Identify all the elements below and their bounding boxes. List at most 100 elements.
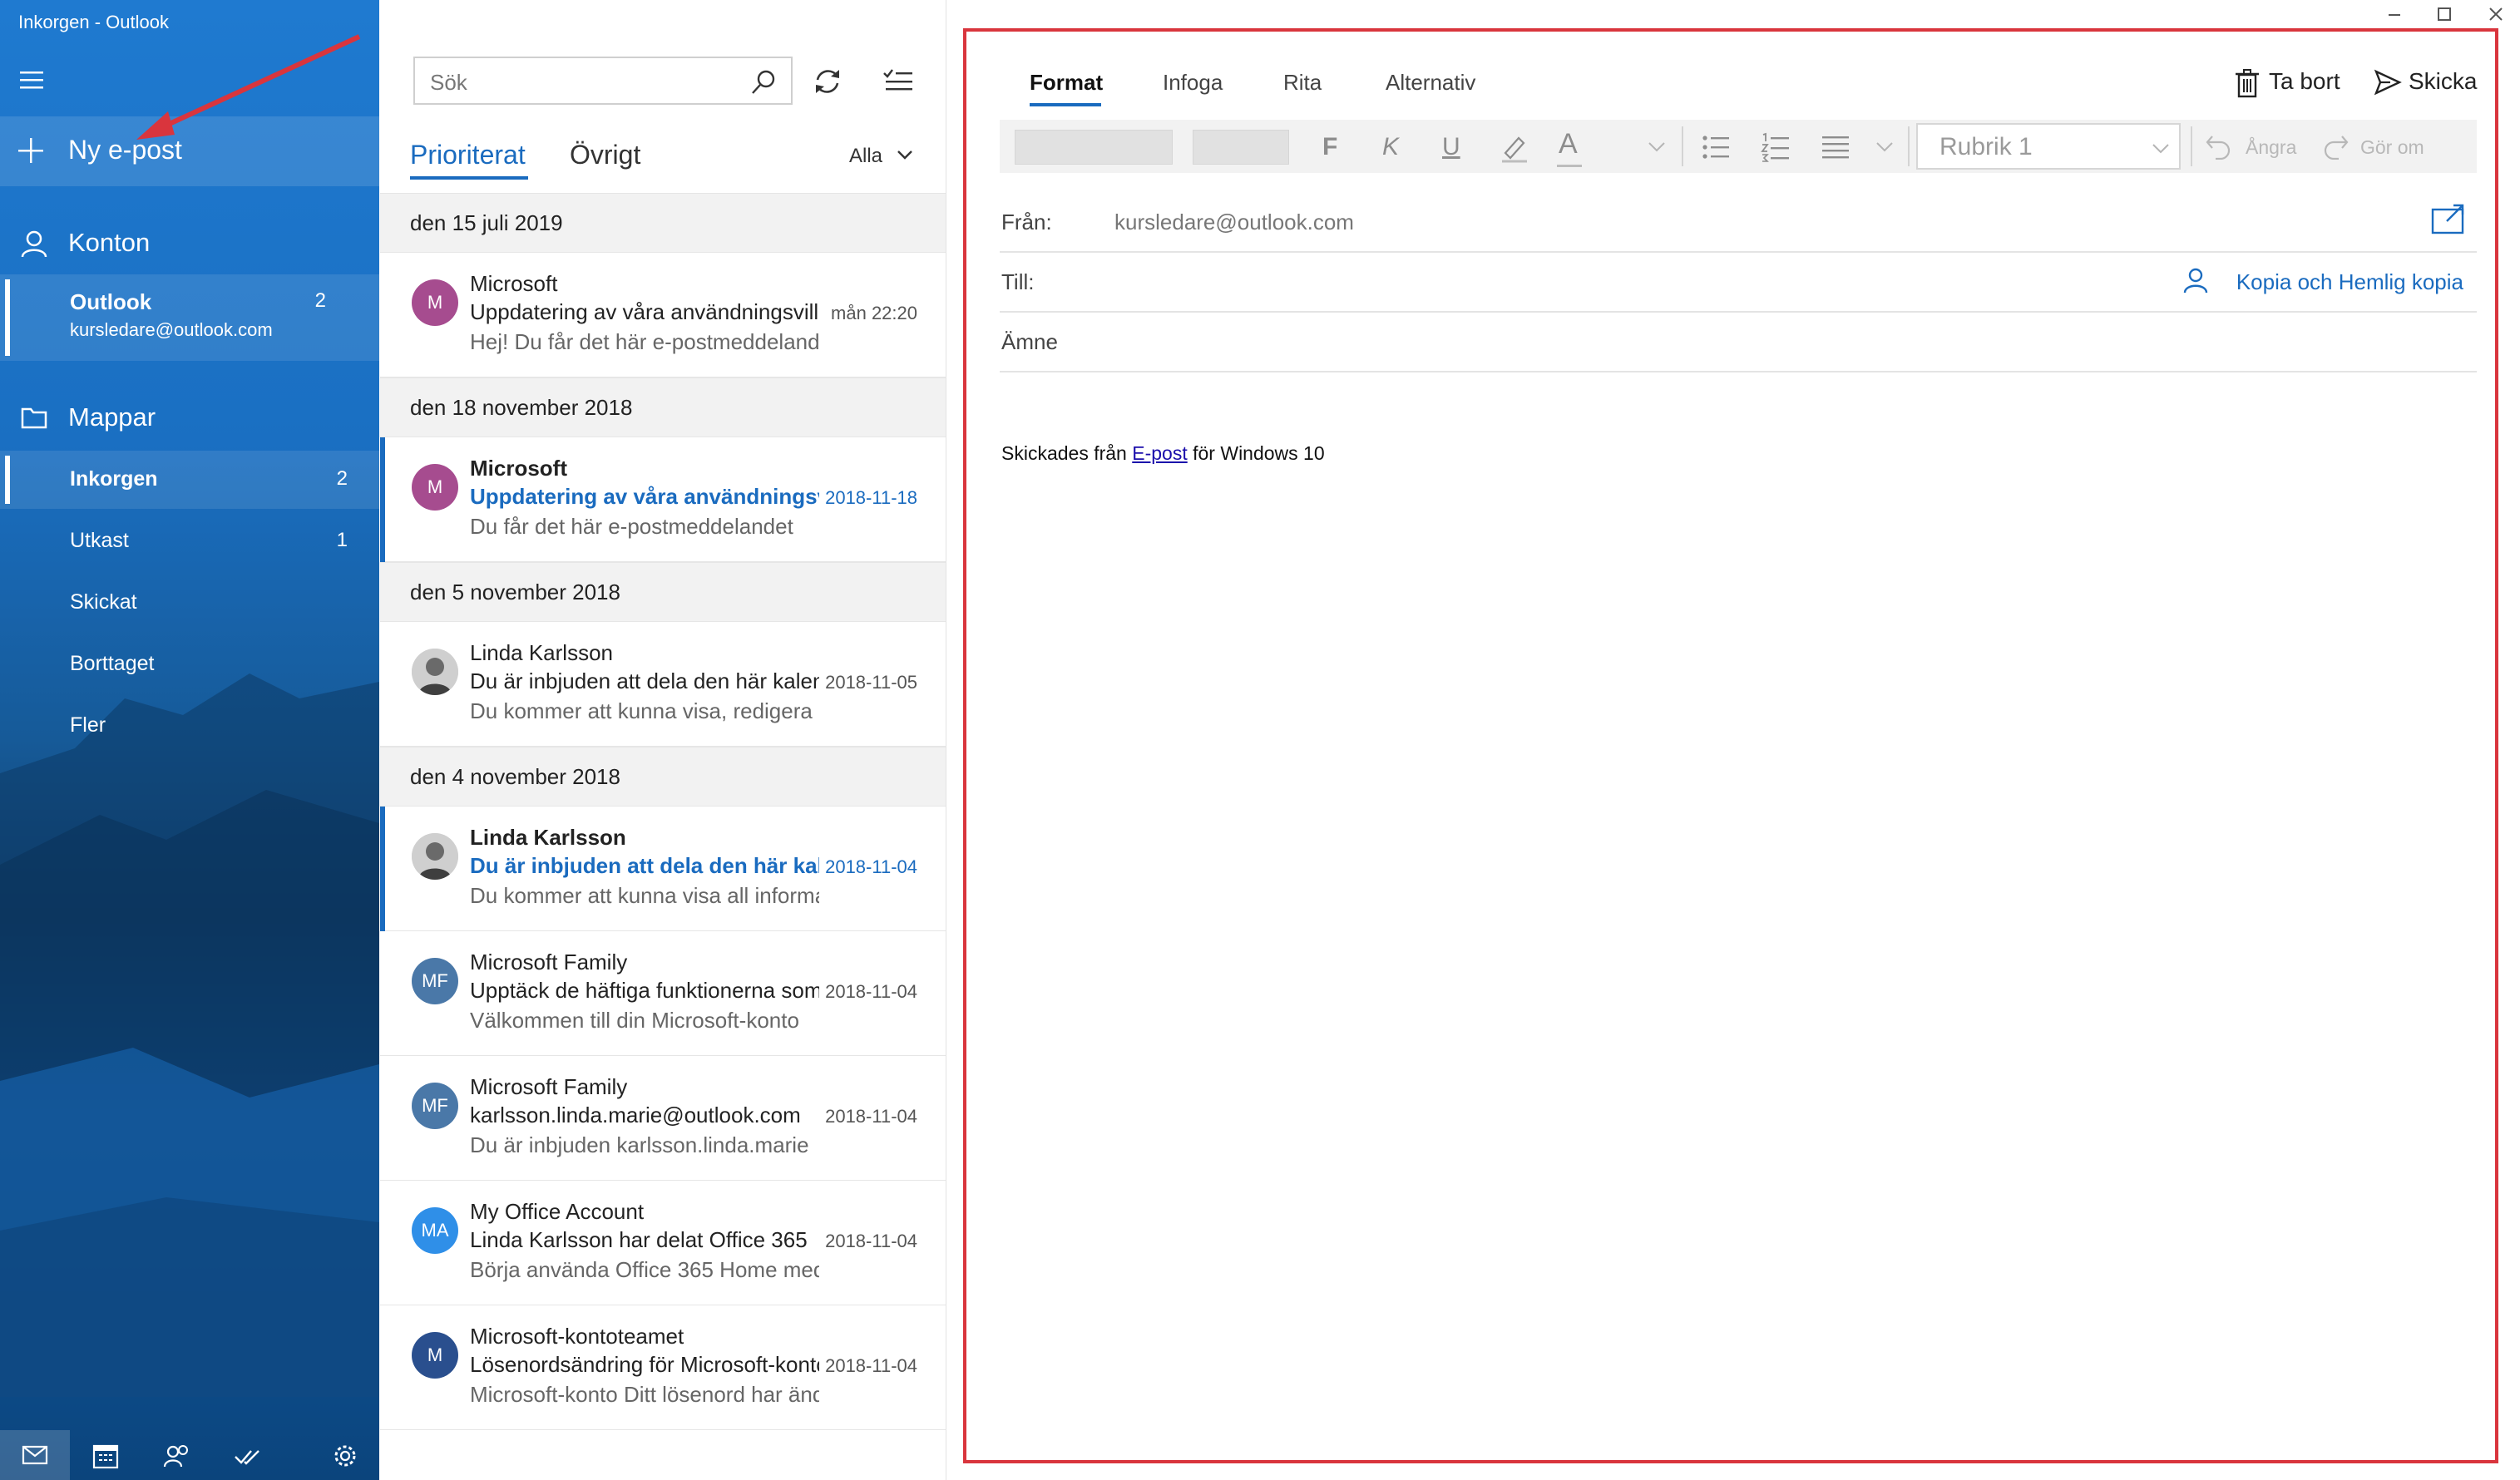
search-input[interactable]: Sök [430, 70, 467, 96]
redo-button[interactable]: Gör om [2322, 131, 2447, 185]
folders-heading[interactable]: Mappar [0, 392, 379, 442]
close-window-button[interactable] [2487, 5, 2505, 23]
message-item[interactable]: M Microsoft Uppdatering av våra användni… [380, 253, 946, 377]
close-icon [2489, 7, 2503, 21]
settings-button[interactable] [331, 1442, 359, 1470]
sync-icon [816, 70, 839, 93]
undo-button[interactable]: Ångra [2204, 131, 2304, 185]
chevron-down-icon [2152, 144, 2169, 154]
font-color-button[interactable]: A [1557, 128, 1582, 181]
italic-button[interactable]: K [1382, 133, 1399, 186]
received-date: 2018-11-04 [825, 856, 917, 877]
sync-button[interactable] [811, 65, 844, 98]
sender: Microsoft [470, 456, 567, 481]
account-email: kursledare@outlook.com [70, 319, 273, 340]
calendar-app-button[interactable] [91, 1442, 120, 1470]
avatar: MF [412, 958, 458, 1004]
numbered-list-icon [1761, 132, 1789, 162]
selection-mode-button[interactable] [882, 67, 916, 96]
filter-dropdown[interactable]: Alla [849, 145, 912, 168]
message-item[interactable]: MA My Office Account Linda Karlsson har … [380, 1181, 946, 1305]
accounts-heading[interactable]: Konton [0, 218, 379, 268]
cc-bcc-button[interactable]: Kopia och Hemlig kopia [2183, 268, 2463, 295]
person-icon [2183, 268, 2208, 294]
message-item[interactable]: Linda Karlsson Du är inbjuden att dela d… [380, 807, 946, 931]
mail-app-button[interactable] [0, 1430, 70, 1480]
bold-button[interactable]: F [1322, 133, 1337, 186]
numbered-list-button[interactable] [1760, 131, 1791, 185]
font-family-box[interactable] [1015, 130, 1173, 165]
maximize-button[interactable] [2435, 5, 2453, 23]
preview: Välkommen till din Microsoft-konto [470, 1008, 799, 1033]
message-body[interactable]: Skickades från E-post för Windows 10 [1001, 442, 1325, 465]
subject-row[interactable]: Ämne [1000, 313, 2477, 372]
avatar: M [412, 464, 458, 511]
tab-alternativ[interactable]: Alternativ [1386, 70, 1475, 96]
account-outlook[interactable]: Outlook 2 kursledare@outlook.com [0, 274, 379, 361]
subject-input[interactable]: Ämne [1001, 329, 1058, 355]
received-date: 2018-11-04 [825, 981, 917, 1002]
message-list-pane: Sök Prioriterat Övrigt Alla den 15 juli … [380, 0, 946, 1480]
tab-ovrigt[interactable]: Övrigt [570, 140, 640, 170]
highlighter-icon [1502, 136, 1527, 163]
message-item[interactable]: MF Microsoft Family karlsson.linda.marie… [380, 1056, 946, 1181]
underline-button[interactable]: U [1442, 133, 1460, 186]
undo-icon [2206, 136, 2231, 160]
date-header: den 15 juli 2019 [380, 193, 946, 253]
settings-icon [334, 1445, 356, 1467]
paragraph-options-dropdown[interactable] [1875, 136, 1895, 190]
toolbar-divider [1682, 126, 1683, 166]
align-left-icon [1822, 136, 1849, 159]
tab-prioriterat[interactable]: Prioriterat [410, 140, 526, 170]
active-tab-underline [410, 176, 528, 180]
tab-rita[interactable]: Rita [1283, 70, 1322, 96]
annotation-arrow [136, 34, 361, 140]
date-header: den 5 november 2018 [380, 562, 946, 622]
font-options-dropdown[interactable] [1647, 136, 1667, 190]
tab-infoga[interactable]: Infoga [1163, 70, 1223, 96]
pop-out-icon [2431, 204, 2464, 234]
folder-inkorgen[interactable]: Inkorgen 2 [0, 451, 379, 509]
selection-indicator [5, 279, 10, 356]
pop-out-button[interactable] [2430, 203, 2467, 236]
avatar: M [412, 1332, 458, 1379]
preview: Du är inbjuden karlsson.linda.marie [470, 1132, 809, 1157]
message-item[interactable]: Linda Karlsson Du är inbjuden att dela d… [380, 622, 946, 747]
epost-link[interactable]: E-post [1132, 442, 1187, 464]
hamburger-menu-button[interactable] [17, 67, 48, 95]
folder-skickat[interactable]: Skickat [0, 574, 379, 632]
from-value[interactable]: kursledare@outlook.com [1114, 210, 1354, 235]
unread-indicator [380, 437, 385, 562]
folder-utkast[interactable]: Utkast 1 [0, 512, 379, 570]
preview: Du kommer att kunna visa all information [470, 883, 819, 908]
search-box[interactable]: Sök [413, 57, 793, 105]
todo-icon [235, 1450, 259, 1465]
account-unread-count: 2 [314, 289, 326, 312]
subject: Upptäck de häftiga funktionerna som [470, 978, 819, 1003]
tab-format[interactable]: Format [1030, 70, 1103, 96]
avatar: M [412, 279, 458, 326]
people-app-button[interactable] [163, 1442, 191, 1470]
style-dropdown[interactable]: Rubrik 1 [1916, 123, 2181, 170]
message-item[interactable]: MF Microsoft Family Upptäck de häftiga f… [380, 931, 946, 1056]
bullet-list-button[interactable] [1700, 131, 1732, 185]
highlight-button[interactable] [1499, 131, 1530, 185]
sender: Microsoft Family [470, 950, 628, 974]
todo-app-button[interactable] [233, 1442, 261, 1470]
folder-borttaget[interactable]: Borttaget [0, 635, 379, 693]
redo-icon [2324, 136, 2349, 160]
minimize-button[interactable] [2385, 5, 2404, 23]
font-size-box[interactable] [1193, 130, 1289, 165]
profile-photo [412, 649, 458, 695]
align-button[interactable] [1820, 131, 1851, 185]
folder-fler[interactable]: Fler [0, 697, 379, 755]
message-item[interactable]: M Microsoft Uppdatering av våra användni… [380, 437, 946, 562]
received-date: 2018-11-18 [825, 487, 917, 508]
message-item[interactable]: M Microsoft-kontoteamet Lösenordsändring… [380, 1305, 946, 1430]
plus-icon [18, 138, 43, 163]
to-row[interactable]: Till: Kopia och Hemlig kopia [1000, 253, 2477, 313]
sender: Microsoft-kontoteamet [470, 1324, 684, 1349]
sender: Microsoft Family [470, 1074, 628, 1099]
subject: Du är inbjuden att dela den här kalender… [470, 853, 819, 878]
search-icon[interactable] [749, 68, 778, 96]
